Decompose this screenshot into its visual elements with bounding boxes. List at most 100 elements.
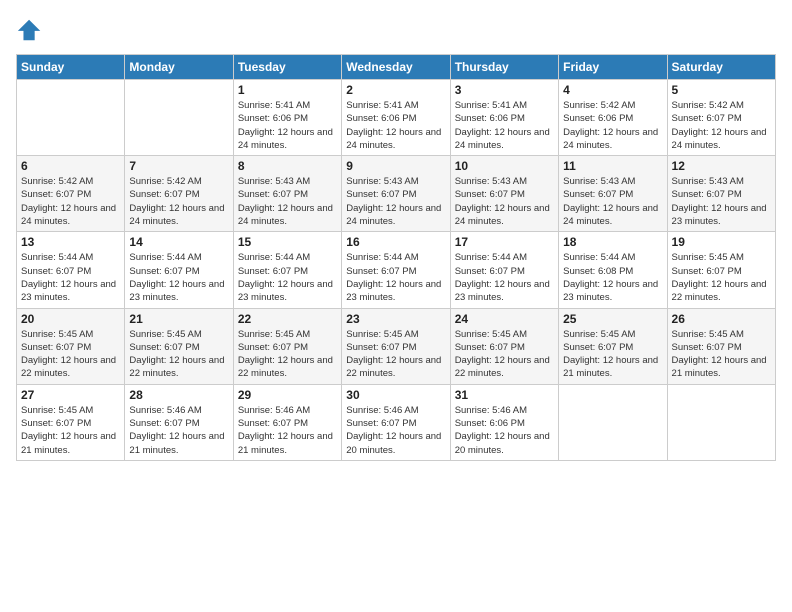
calendar-cell: 24 Sunrise: 5:45 AM Sunset: 6:07 PM Dayli… — [450, 308, 558, 384]
day-number: 27 — [21, 388, 120, 402]
day-info: Sunrise: 5:42 AM Sunset: 6:07 PM Dayligh… — [129, 175, 228, 228]
calendar-cell: 21 Sunrise: 5:45 AM Sunset: 6:07 PM Dayli… — [125, 308, 233, 384]
day-info: Sunrise: 5:45 AM Sunset: 6:07 PM Dayligh… — [238, 328, 337, 381]
calendar-cell: 25 Sunrise: 5:45 AM Sunset: 6:07 PM Dayli… — [559, 308, 667, 384]
calendar-cell: 23Sunrise: 5:45 AM Sunset: 6:07 PM Dayli… — [342, 308, 450, 384]
day-info: Sunrise: 5:41 AM Sunset: 6:06 PM Dayligh… — [455, 99, 554, 152]
weekday-header: Saturday — [667, 55, 775, 80]
day-number: 17 — [455, 235, 554, 249]
day-number: 24 — [455, 312, 554, 326]
day-info: Sunrise: 5:42 AM Sunset: 6:06 PM Dayligh… — [563, 99, 662, 152]
day-number: 18 — [563, 235, 662, 249]
day-number: 14 — [129, 235, 228, 249]
day-info: Sunrise: 5:45 AM Sunset: 6:07 PM Dayligh… — [455, 328, 554, 381]
day-number: 13 — [21, 235, 120, 249]
calendar-cell: 9 Sunrise: 5:43 AM Sunset: 6:07 PM Daylig… — [342, 156, 450, 232]
logo — [16, 16, 48, 44]
calendar-week-row: 20 Sunrise: 5:45 AM Sunset: 6:07 PM Dayli… — [17, 308, 776, 384]
calendar-cell: 4 Sunrise: 5:42 AM Sunset: 6:06 PM Daylig… — [559, 80, 667, 156]
calendar-cell: 20 Sunrise: 5:45 AM Sunset: 6:07 PM Dayli… — [17, 308, 125, 384]
day-number: 30 — [346, 388, 445, 402]
weekday-header-row: SundayMondayTuesdayWednesdayThursdayFrid… — [17, 55, 776, 80]
day-info: Sunrise: 5:43 AM Sunset: 6:07 PM Dayligh… — [672, 175, 771, 228]
day-number: 10 — [455, 159, 554, 173]
calendar-cell — [125, 80, 233, 156]
day-info: Sunrise: 5:43 AM Sunset: 6:07 PM Dayligh… — [238, 175, 337, 228]
calendar-cell: 12 Sunrise: 5:43 AM Sunset: 6:07 PM Dayli… — [667, 156, 775, 232]
day-number: 22 — [238, 312, 337, 326]
calendar-cell: 17 Sunrise: 5:44 AM Sunset: 6:07 PM Dayli… — [450, 232, 558, 308]
day-number: 7 — [129, 159, 228, 173]
day-info: Sunrise: 5:45 AM Sunset: 6:07 PM Dayligh… — [672, 251, 771, 304]
calendar-cell: 13 Sunrise: 5:44 AM Sunset: 6:07 PM Dayli… — [17, 232, 125, 308]
calendar-week-row: 1 Sunrise: 5:41 AM Sunset: 6:06 PM Daylig… — [17, 80, 776, 156]
weekday-header: Thursday — [450, 55, 558, 80]
day-info: Sunrise: 5:45 AM Sunset: 6:07 PM Dayligh… — [21, 328, 120, 381]
weekday-header: Tuesday — [233, 55, 341, 80]
day-info: Sunrise: 5:45 AM Sunset: 6:07 PM Dayligh… — [563, 328, 662, 381]
day-info: Sunrise: 5:42 AM Sunset: 6:07 PM Dayligh… — [672, 99, 771, 152]
day-info: Sunrise: 5:46 AM Sunset: 6:06 PM Dayligh… — [455, 404, 554, 457]
day-info: Sunrise: 5:44 AM Sunset: 6:08 PM Dayligh… — [563, 251, 662, 304]
day-info: Sunrise: 5:45 AM Sunset: 6:07 PM Dayligh… — [21, 404, 120, 457]
day-info: Sunrise: 5:41 AM Sunset: 6:06 PM Dayligh… — [238, 99, 337, 152]
calendar-body: 1 Sunrise: 5:41 AM Sunset: 6:06 PM Daylig… — [17, 80, 776, 461]
day-info: Sunrise: 5:44 AM Sunset: 6:07 PM Dayligh… — [21, 251, 120, 304]
calendar-cell: 11 Sunrise: 5:43 AM Sunset: 6:07 PM Dayli… — [559, 156, 667, 232]
calendar-cell: 10Sunrise: 5:43 AM Sunset: 6:07 PM Dayli… — [450, 156, 558, 232]
calendar-week-row: 6Sunrise: 5:42 AM Sunset: 6:07 PM Daylig… — [17, 156, 776, 232]
day-number: 11 — [563, 159, 662, 173]
calendar-cell: 2Sunrise: 5:41 AM Sunset: 6:06 PM Daylig… — [342, 80, 450, 156]
page-header — [16, 16, 776, 44]
day-number: 12 — [672, 159, 771, 173]
calendar-cell: 5Sunrise: 5:42 AM Sunset: 6:07 PM Daylig… — [667, 80, 775, 156]
day-number: 3 — [455, 83, 554, 97]
calendar-cell — [667, 384, 775, 460]
logo-icon — [16, 16, 44, 44]
day-number: 31 — [455, 388, 554, 402]
day-info: Sunrise: 5:44 AM Sunset: 6:07 PM Dayligh… — [455, 251, 554, 304]
weekday-header: Sunday — [17, 55, 125, 80]
day-number: 1 — [238, 83, 337, 97]
calendar-cell: 26Sunrise: 5:45 AM Sunset: 6:07 PM Dayli… — [667, 308, 775, 384]
calendar-cell: 16 Sunrise: 5:44 AM Sunset: 6:07 PM Dayli… — [342, 232, 450, 308]
day-info: Sunrise: 5:43 AM Sunset: 6:07 PM Dayligh… — [563, 175, 662, 228]
day-number: 9 — [346, 159, 445, 173]
calendar-cell: 14Sunrise: 5:44 AM Sunset: 6:07 PM Dayli… — [125, 232, 233, 308]
day-number: 23 — [346, 312, 445, 326]
calendar-cell: 8 Sunrise: 5:43 AM Sunset: 6:07 PM Daylig… — [233, 156, 341, 232]
day-number: 29 — [238, 388, 337, 402]
calendar-cell: 27 Sunrise: 5:45 AM Sunset: 6:07 PM Dayli… — [17, 384, 125, 460]
calendar-cell: 31 Sunrise: 5:46 AM Sunset: 6:06 PM Dayli… — [450, 384, 558, 460]
calendar-cell: 28Sunrise: 5:46 AM Sunset: 6:07 PM Dayli… — [125, 384, 233, 460]
day-info: Sunrise: 5:46 AM Sunset: 6:07 PM Dayligh… — [238, 404, 337, 457]
calendar-cell: 30 Sunrise: 5:46 AM Sunset: 6:07 PM Dayli… — [342, 384, 450, 460]
day-info: Sunrise: 5:46 AM Sunset: 6:07 PM Dayligh… — [346, 404, 445, 457]
calendar-table: SundayMondayTuesdayWednesdayThursdayFrid… — [16, 54, 776, 461]
day-number: 4 — [563, 83, 662, 97]
day-info: Sunrise: 5:44 AM Sunset: 6:07 PM Dayligh… — [346, 251, 445, 304]
calendar-cell: 29 Sunrise: 5:46 AM Sunset: 6:07 PM Dayli… — [233, 384, 341, 460]
calendar-cell: 1 Sunrise: 5:41 AM Sunset: 6:06 PM Daylig… — [233, 80, 341, 156]
day-number: 8 — [238, 159, 337, 173]
day-number: 20 — [21, 312, 120, 326]
day-info: Sunrise: 5:43 AM Sunset: 6:07 PM Dayligh… — [346, 175, 445, 228]
calendar-cell: 6Sunrise: 5:42 AM Sunset: 6:07 PM Daylig… — [17, 156, 125, 232]
day-number: 2 — [346, 83, 445, 97]
day-info: Sunrise: 5:42 AM Sunset: 6:07 PM Dayligh… — [21, 175, 120, 228]
day-info: Sunrise: 5:44 AM Sunset: 6:07 PM Dayligh… — [238, 251, 337, 304]
weekday-header: Monday — [125, 55, 233, 80]
day-number: 28 — [129, 388, 228, 402]
calendar-cell — [559, 384, 667, 460]
day-number: 16 — [346, 235, 445, 249]
day-number: 19 — [672, 235, 771, 249]
weekday-header: Wednesday — [342, 55, 450, 80]
day-number: 26 — [672, 312, 771, 326]
calendar-cell: 19 Sunrise: 5:45 AM Sunset: 6:07 PM Dayli… — [667, 232, 775, 308]
day-number: 25 — [563, 312, 662, 326]
day-number: 15 — [238, 235, 337, 249]
calendar-week-row: 13 Sunrise: 5:44 AM Sunset: 6:07 PM Dayli… — [17, 232, 776, 308]
day-number: 21 — [129, 312, 228, 326]
day-info: Sunrise: 5:45 AM Sunset: 6:07 PM Dayligh… — [129, 328, 228, 381]
weekday-header: Friday — [559, 55, 667, 80]
